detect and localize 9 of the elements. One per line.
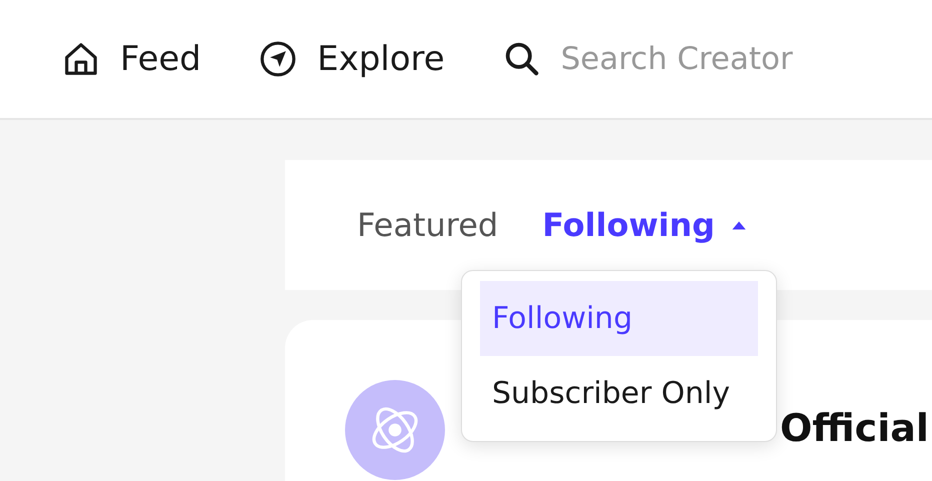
menu-item[interactable]: Following bbox=[480, 281, 758, 356]
compass-icon bbox=[259, 40, 298, 78]
tab[interactable]: Following bbox=[542, 206, 747, 244]
creator-name: Official bbox=[780, 406, 929, 450]
tab[interactable]: Featured bbox=[357, 206, 498, 244]
nav-link[interactable]: Feed bbox=[62, 39, 202, 79]
home-icon bbox=[62, 40, 100, 78]
search-field[interactable]: Search Creator bbox=[502, 40, 823, 78]
nav-link[interactable]: Explore bbox=[259, 39, 445, 79]
